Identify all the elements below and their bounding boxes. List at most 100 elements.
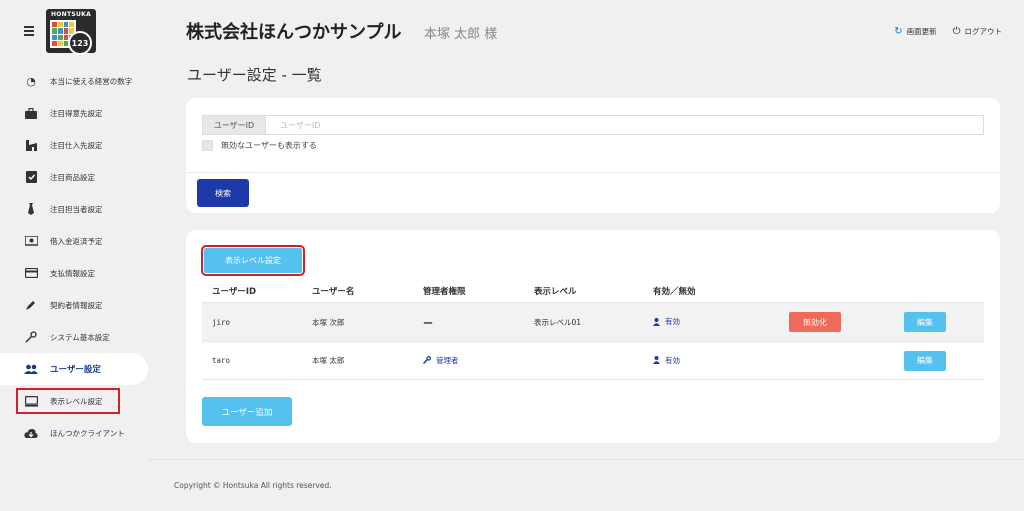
building-icon xyxy=(24,138,38,152)
status-link[interactable]: 有効 xyxy=(653,316,680,327)
status-label: 有効 xyxy=(665,317,680,327)
gauge-icon: ◔ xyxy=(26,74,36,88)
sidebar-item-management-numbers[interactable]: ◔ 本当に使える経営の数字 xyxy=(0,65,148,97)
menu-icon[interactable] xyxy=(24,26,34,36)
sidebar-item-staff[interactable]: 注目担当者設定 xyxy=(0,193,148,225)
edit-button[interactable]: 編集 xyxy=(904,350,946,371)
display-level-button[interactable]: 表示レベル設定 xyxy=(201,245,305,276)
column-header: ユーザー名 xyxy=(312,287,355,297)
admin-link[interactable]: 管理者 xyxy=(423,355,459,366)
sidebar-item-payment[interactable]: 支払情報設定 xyxy=(0,257,148,289)
admin-cell: ー xyxy=(423,315,534,330)
user-name-cell: 本塚 次郎 xyxy=(312,317,345,327)
column-header: 管理者権限 xyxy=(423,287,466,297)
user-table: ユーザーID ユーザー名 管理者権限 表示レベル 有効／無効 jiro 本塚 次… xyxy=(202,280,984,380)
status-label: 有効 xyxy=(665,355,680,365)
show-inactive-checkbox[interactable] xyxy=(202,140,213,151)
sidebar-item-label: 本当に使える経営の数字 xyxy=(50,76,133,86)
briefcase-icon xyxy=(24,106,38,120)
status-cell: 有効 xyxy=(653,316,789,328)
user-id-label: ユーザーID xyxy=(202,115,265,135)
power-icon: ⏻ xyxy=(952,26,961,37)
table-row: taro 本塚 太郎 管理者 有効 編集 xyxy=(202,341,984,380)
logo[interactable]: HONTSUKA 123 xyxy=(46,9,96,55)
pen-icon xyxy=(24,298,38,312)
edit-cell: 編集 xyxy=(904,312,984,332)
wrench-icon xyxy=(24,330,38,344)
sidebar-item-label: 表示レベル設定 xyxy=(50,396,103,406)
table-header: ユーザーID ユーザー名 管理者権限 表示レベル 有効／無効 xyxy=(202,280,984,302)
divider xyxy=(186,172,1000,173)
disable-cell: 無効化 xyxy=(789,312,904,332)
logout-label: ログアウト xyxy=(964,27,1003,36)
sidebar-item-label: 注目担当者設定 xyxy=(50,204,103,214)
add-user-button[interactable]: ユーザー追加 xyxy=(202,397,292,426)
show-inactive-label: 無効なユーザーも表示する xyxy=(221,141,317,150)
search-card: ユーザーID 無効なユーザーも表示する 検索 xyxy=(186,98,1000,213)
sidebar-item-display-level[interactable]: 表示レベル設定 xyxy=(0,385,148,417)
cloud-download-icon xyxy=(24,426,38,440)
sidebar-item-contract[interactable]: 契約者情報設定 xyxy=(0,289,148,321)
footer-divider xyxy=(148,459,1024,460)
users-icon xyxy=(24,362,38,376)
edit-button[interactable]: 編集 xyxy=(904,312,946,332)
sidebar-item-products[interactable]: 注目商品設定 xyxy=(0,161,148,193)
column-header: 表示レベル xyxy=(534,287,577,297)
user-id-cell: taro xyxy=(212,356,231,365)
user-name-cell: 本塚 太郎 xyxy=(312,356,345,365)
column-header: ユーザーID xyxy=(212,287,257,297)
status-cell: 有効 xyxy=(653,355,789,367)
necktie-icon xyxy=(24,202,38,216)
sidebar-item-loan-repayment[interactable]: 借入金返済予定 xyxy=(0,225,148,257)
sidebar-item-system[interactable]: システム基本設定 xyxy=(0,321,148,353)
search-button[interactable]: 検索 xyxy=(197,179,249,207)
sidebar-item-label: 契約者情報設定 xyxy=(50,300,103,310)
money-icon xyxy=(24,234,38,248)
sidebar-nav: ◔ 本当に使える経営の数字 注目得意先設定 注目仕入先設定 注目商品設定 注目担… xyxy=(0,65,148,449)
user-list-card: 表示レベル設定 ユーザーID ユーザー名 管理者権限 表示レベル 有効／無効 j… xyxy=(186,230,1000,443)
logout-button[interactable]: ⏻ ログアウト xyxy=(953,26,1002,37)
sidebar-item-label: ユーザー設定 xyxy=(50,365,101,375)
sidebar-item-users[interactable]: ユーザー設定 xyxy=(0,353,148,385)
user-id-input-group: ユーザーID xyxy=(202,115,984,135)
sidebar-item-client[interactable]: ほんつかクライアント xyxy=(0,417,148,449)
sidebar-item-label: 支払情報設定 xyxy=(50,268,95,278)
wrench-icon xyxy=(423,356,431,365)
logo-text: HONTSUKA xyxy=(50,11,92,18)
user-name: 本塚 太郎 様 xyxy=(424,27,498,42)
credit-card-icon xyxy=(24,266,38,280)
table-row: jiro 本塚 次郎 ー 表示レベル01 有効 無効化 編集 xyxy=(202,302,984,341)
sidebar-item-label: 借入金返済予定 xyxy=(50,236,103,246)
sidebar-item-label: 注目商品設定 xyxy=(50,172,95,182)
show-inactive-option: 無効なユーザーも表示する xyxy=(202,140,317,151)
sidebar-item-customers[interactable]: 注目得意先設定 xyxy=(0,97,148,129)
disable-button[interactable]: 無効化 xyxy=(789,312,841,332)
admin-none-value: ー xyxy=(423,318,433,330)
checklist-icon xyxy=(24,170,38,184)
sidebar-item-label: 注目得意先設定 xyxy=(50,108,103,118)
user-icon xyxy=(653,317,660,326)
sidebar-item-label: 注目仕入先設定 xyxy=(50,140,103,150)
admin-cell: 管理者 xyxy=(423,355,534,367)
copyright: Copyright © Hontsuka All rights reserved… xyxy=(174,481,332,490)
display-level-cell: 表示レベル01 xyxy=(534,317,582,327)
company-name: 株式会社ほんつかサンプル xyxy=(186,22,402,43)
refresh-icon: ↻ xyxy=(894,26,903,37)
page-title: ユーザー設定 - 一覧 xyxy=(187,66,322,84)
edit-cell: 編集 xyxy=(904,350,984,371)
admin-label: 管理者 xyxy=(436,355,459,365)
monitor-icon xyxy=(24,394,38,408)
refresh-label: 画面更新 xyxy=(906,27,937,36)
refresh-button[interactable]: ↻ 画面更新 xyxy=(894,26,936,37)
header-actions: ↻ 画面更新 ⏻ ログアウト xyxy=(894,26,1002,37)
user-id-input[interactable] xyxy=(265,115,984,135)
header: 株式会社ほんつかサンプル 本塚 太郎 様 ↻ 画面更新 ⏻ ログアウト xyxy=(186,18,1024,48)
user-icon xyxy=(653,356,660,365)
status-link[interactable]: 有効 xyxy=(653,355,680,366)
sidebar-item-suppliers[interactable]: 注目仕入先設定 xyxy=(0,129,148,161)
user-id-cell: jiro xyxy=(212,317,231,327)
sidebar-item-label: ほんつかクライアント xyxy=(50,428,125,438)
logo-badge: 123 xyxy=(68,31,92,55)
sidebar: HONTSUKA 123 ◔ 本当に使える経営の数字 注目得意先設定 注目仕入先… xyxy=(0,0,148,511)
column-header: 有効／無効 xyxy=(653,287,696,297)
